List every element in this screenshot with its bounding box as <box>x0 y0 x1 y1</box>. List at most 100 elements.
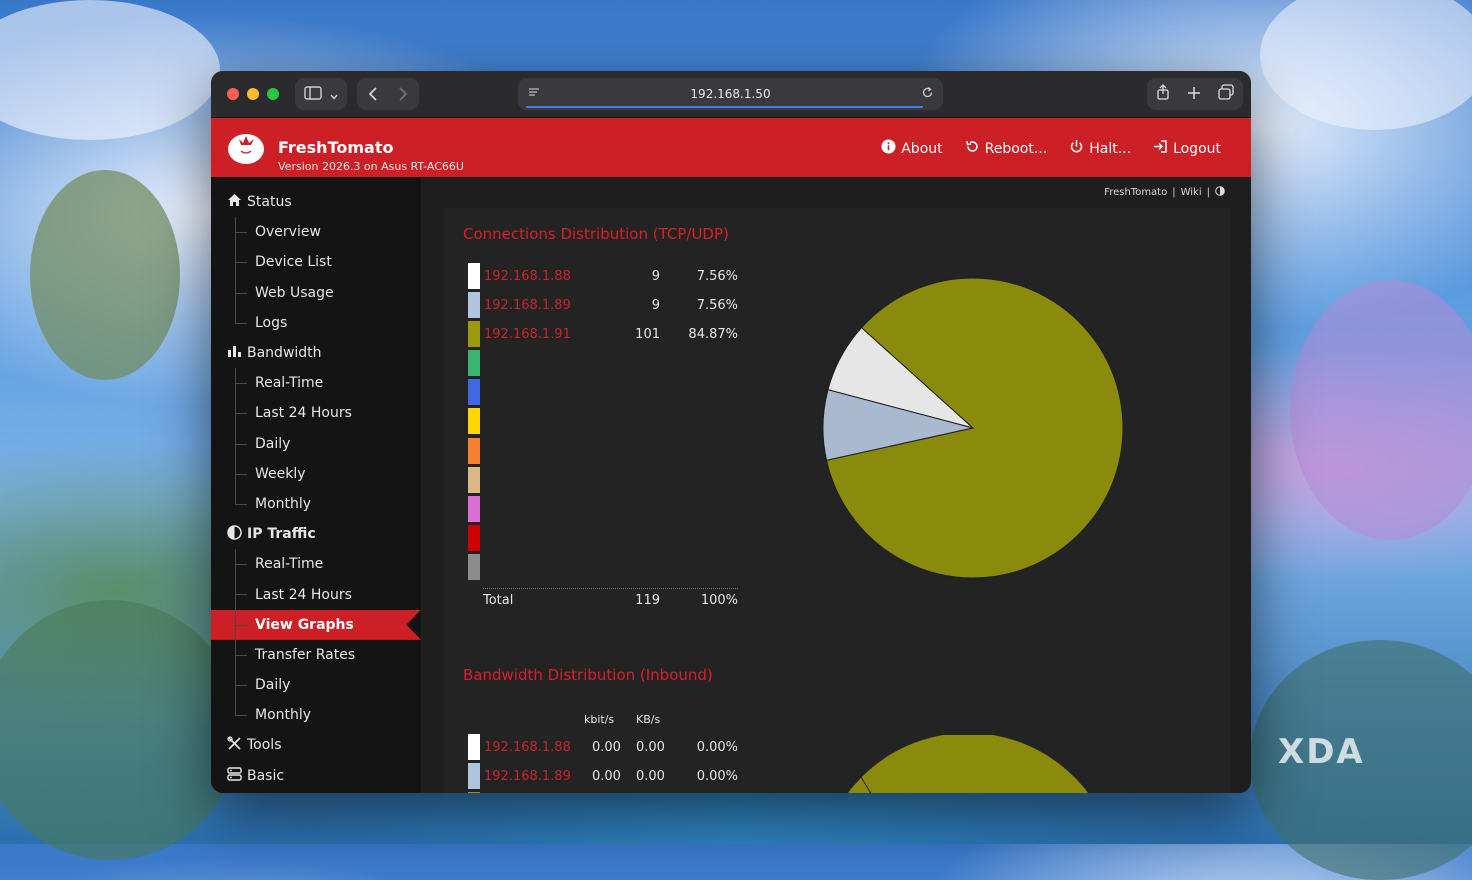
app-header: FreshTomato Version 2026.3 on Asus RT-AC… <box>211 118 1251 178</box>
bw-kbs-value: 0.00 <box>636 740 665 755</box>
legend-row[interactable]: 192.168.1.89 9 7.56% <box>468 292 738 318</box>
breadcrumb-separator: | <box>1172 187 1176 198</box>
legend-swatch <box>468 466 480 493</box>
reboot-icon <box>965 139 980 158</box>
reload-icon[interactable] <box>921 86 934 102</box>
reboot-link[interactable]: Reboot... <box>965 139 1047 158</box>
sidebar-item-web-usage[interactable]: Web Usage <box>211 277 421 308</box>
legend-swatch <box>468 263 480 289</box>
sidebar-toggle-group[interactable] <box>295 78 347 110</box>
total-count: 119 <box>635 593 660 608</box>
sidebar-item-overview[interactable]: Overview <box>211 217 421 248</box>
bw-percent: 0.00% <box>696 769 738 784</box>
bw-legend-row[interactable]: 192.168.1.88 0.00 0.00 0.00% <box>468 734 738 760</box>
legend-row[interactable]: 192.168.1.88 9 7.56% <box>468 263 738 289</box>
sidebar-item-bw-daily[interactable]: Daily <box>211 428 421 459</box>
legend-percent: 7.56% <box>696 298 738 313</box>
connections-title: Connections Distribution (TCP/UDP) <box>463 225 729 243</box>
legend-swatch <box>468 321 480 347</box>
address-bar[interactable]: 192.168.1.50 <box>518 78 943 110</box>
url-text: 192.168.1.50 <box>690 87 771 101</box>
sidebar-item-logs[interactable]: Logs <box>211 307 421 338</box>
breadcrumb: FreshTomato | Wiki | <box>1104 186 1225 199</box>
sidebar-item-ip-last-24-hours[interactable]: Last 24 Hours <box>211 579 421 610</box>
page-menu-icon[interactable] <box>528 86 540 101</box>
navigation-group <box>357 78 419 110</box>
legend-ip[interactable]: 192.168.1.91 <box>484 327 571 342</box>
close-window-button[interactable] <box>227 88 239 100</box>
total-label: Total <box>483 593 514 608</box>
forward-button[interactable] <box>388 78 418 110</box>
minimize-window-button[interactable] <box>247 88 259 100</box>
sidebar-section-status[interactable]: Status <box>211 187 421 217</box>
share-icon[interactable] <box>1156 84 1170 104</box>
legend-swatch <box>468 734 480 760</box>
browser-window: 192.168.1.50 FreshTomato Version 2026.3 … <box>211 71 1251 793</box>
bw-kbs-value: 0.00 <box>636 769 665 784</box>
legend-ip[interactable]: 192.168.1.89 <box>484 298 571 313</box>
about-link[interactable]: About <box>881 139 943 158</box>
chevron-right-icon <box>399 87 407 101</box>
legend-swatch <box>468 379 480 406</box>
legend-ip[interactable]: 192.168.1.88 <box>484 269 571 284</box>
sidebar-item-bw-monthly[interactable]: Monthly <box>211 488 421 519</box>
legend-swatch <box>468 292 480 318</box>
sidebar-item-ip-monthly[interactable]: Monthly <box>211 700 421 730</box>
back-button[interactable] <box>358 78 388 110</box>
new-tab-icon[interactable] <box>1187 85 1201 104</box>
legend-swatch <box>468 408 480 435</box>
legend-ip[interactable]: 192.168.1.88 <box>484 740 571 755</box>
chevron-left-icon <box>369 87 377 101</box>
bw-legend-row[interactable] <box>468 792 738 793</box>
bw-percent: 0.00% <box>696 740 738 755</box>
power-icon <box>1069 139 1084 158</box>
legend-row[interactable]: 192.168.1.91 101 84.87% <box>468 321 738 347</box>
logout-link[interactable]: Logout <box>1153 139 1221 158</box>
brand-name: FreshTomato <box>278 138 394 157</box>
sidebar-item-device-list[interactable]: Device List <box>211 247 421 278</box>
legend-ip[interactable]: 192.168.1.89 <box>484 769 571 784</box>
logout-label: Logout <box>1173 140 1221 157</box>
sidebar-item-ip-real-time[interactable]: Real-Time <box>211 549 421 580</box>
bw-kbit-value: 0.00 <box>592 769 621 784</box>
breadcrumb-wiki-link[interactable]: Wiki <box>1181 187 1202 198</box>
sidebar-item-transfer-rates[interactable]: Transfer Rates <box>211 639 421 671</box>
halt-link[interactable]: Halt... <box>1069 139 1131 158</box>
half-circle-icon <box>227 524 242 544</box>
sidebar-section-tools[interactable]: Tools <box>211 730 421 760</box>
background-cloud <box>0 0 220 140</box>
sidebar-section-label: Tools <box>247 737 282 754</box>
sidebar-section-label: Bandwidth <box>247 345 322 362</box>
sidebar-section-label: Basic <box>247 767 285 784</box>
sidebar-section-bandwidth[interactable]: Bandwidth <box>211 338 421 368</box>
sidebar: Status Overview Device List Web Usage Lo… <box>211 177 421 793</box>
column-header-kbs: KB/s <box>636 713 661 726</box>
theme-toggle-icon[interactable] <box>1215 186 1225 199</box>
breadcrumb-home-link[interactable]: FreshTomato <box>1104 187 1167 198</box>
bw-legend-row[interactable]: 192.168.1.89 0.00 0.00 0.00% <box>468 763 738 789</box>
sidebar-item-bw-real-time[interactable]: Real-Time <box>211 368 421 399</box>
bandwidth-pie-chart <box>847 735 1089 793</box>
legend-percent: 84.87% <box>688 327 738 342</box>
zoom-window-button[interactable] <box>267 88 279 100</box>
halt-label: Halt... <box>1089 140 1132 157</box>
sidebar-section-basic[interactable]: Basic <box>211 761 421 791</box>
sidebar-item-view-graphs[interactable]: View Graphs <box>211 609 421 640</box>
home-icon <box>227 193 242 211</box>
graphs-panel: Connections Distribution (TCP/UDP) 192.1… <box>443 208 1231 793</box>
sidebar-item-bw-last-24-hours[interactable]: Last 24 Hours <box>211 398 421 429</box>
tab-overview-icon[interactable] <box>1218 84 1234 104</box>
legend-swatch <box>468 350 480 376</box>
sidebar-menu: Status Overview Device List Web Usage Lo… <box>211 177 421 791</box>
background-tree <box>1290 280 1472 540</box>
sidebar-section-ip-traffic[interactable]: IP Traffic <box>211 519 421 549</box>
connections-pie-chart <box>822 277 1124 579</box>
total-percent: 100% <box>700 593 738 608</box>
header-nav: About Reboot... Halt... Logout <box>881 139 1221 158</box>
tomato-logo-icon[interactable] <box>227 129 265 165</box>
legend-percent: 7.56% <box>696 269 738 284</box>
sidebar-item-ip-daily[interactable]: Daily <box>211 670 421 701</box>
window-actions-group <box>1147 78 1243 110</box>
sidebar-item-bw-weekly[interactable]: Weekly <box>211 458 421 490</box>
legend-swatch <box>468 525 480 552</box>
